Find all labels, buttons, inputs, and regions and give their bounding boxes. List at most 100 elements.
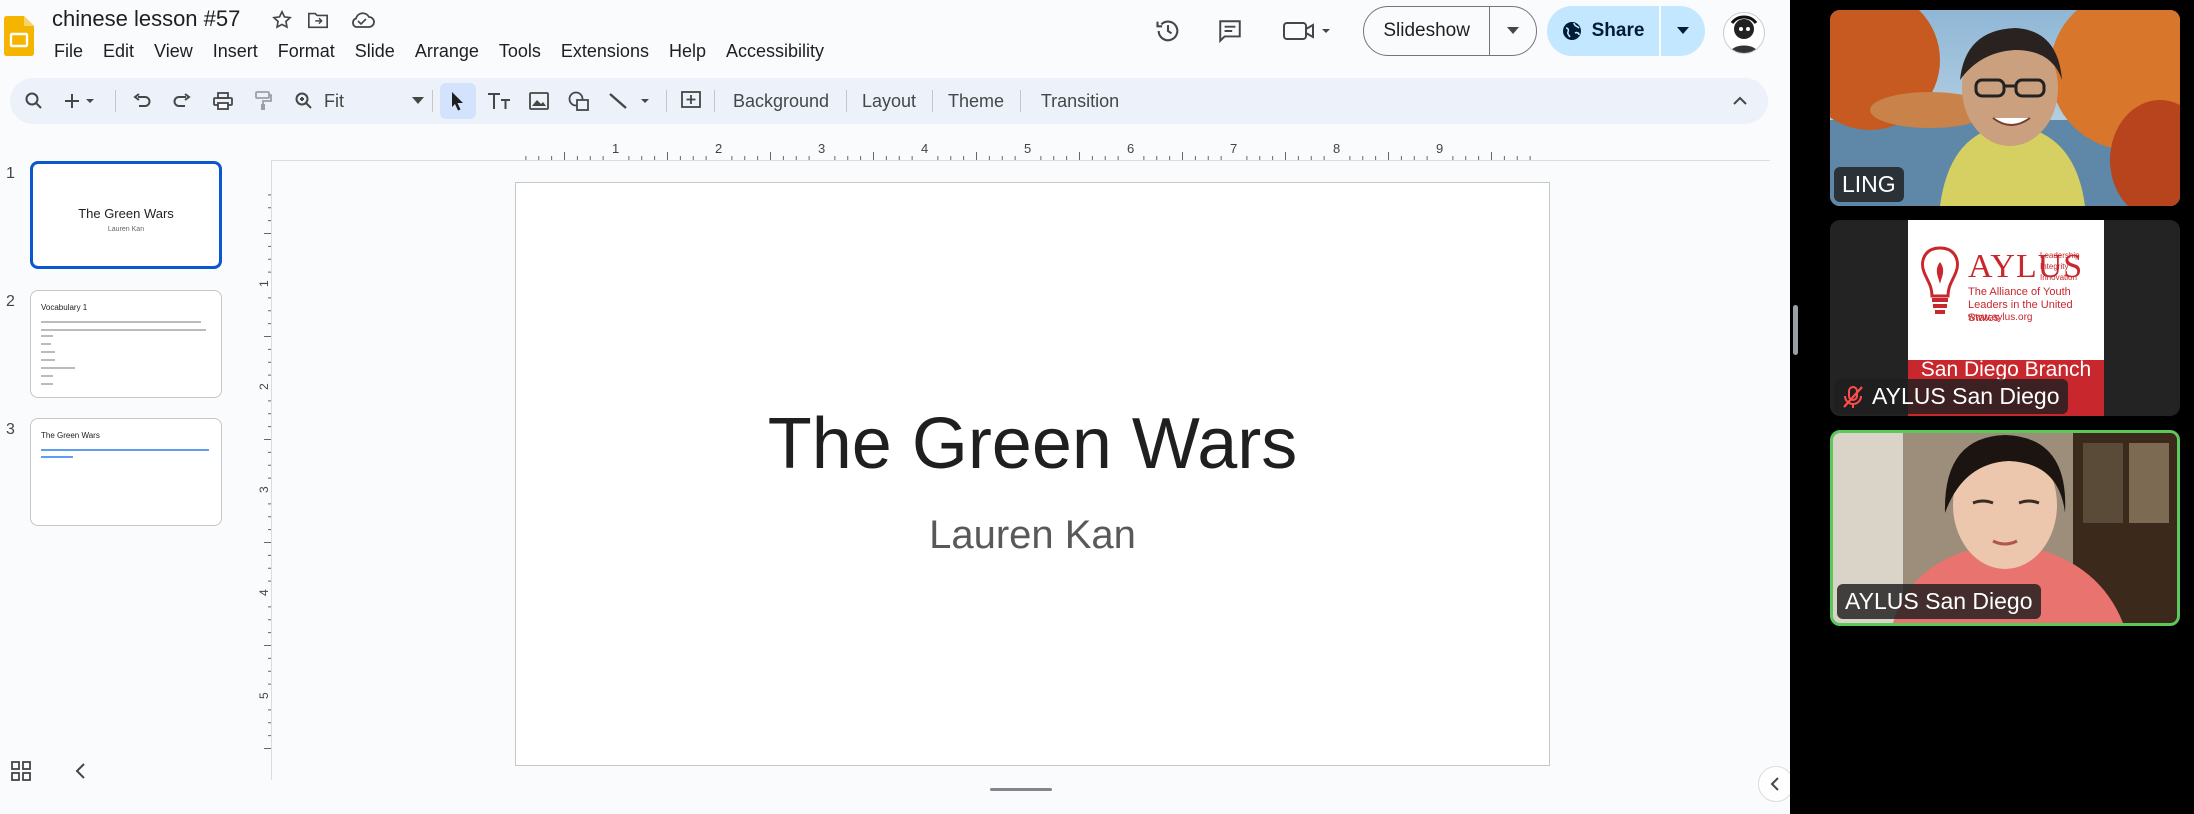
thumbnail-text-line (41, 343, 51, 345)
insert-image-icon[interactable] (522, 78, 556, 124)
ruler-label: 2 (258, 383, 271, 390)
slide-title[interactable]: The Green Wars (516, 403, 1549, 485)
thumbnail-text-line (41, 359, 55, 361)
slides-app: chinese lesson #57 File Edit View Insert… (0, 0, 1790, 814)
zoom-value: Fit (324, 90, 344, 111)
menu-view[interactable]: View (144, 38, 203, 64)
menu-slide[interactable]: Slide (345, 38, 405, 64)
share-dropdown-icon[interactable] (1661, 27, 1705, 35)
ruler-label: 4 (258, 589, 271, 596)
meet-call-icon[interactable] (1282, 17, 1332, 45)
paint-format-icon[interactable] (246, 78, 280, 124)
version-history-icon[interactable] (1154, 17, 1182, 45)
menu-bar: File Edit View Insert Format Slide Arran… (44, 38, 834, 64)
slide-thumbnail-2[interactable]: Vocabulary 1 (30, 290, 222, 398)
ruler-label: 5 (1024, 141, 1031, 156)
shape-icon[interactable] (562, 78, 596, 124)
select-tool-icon[interactable] (440, 83, 476, 119)
zoom-select[interactable]: Fit (324, 78, 424, 124)
new-slide-icon[interactable] (60, 78, 100, 124)
app-header: chinese lesson #57 File Edit View Insert… (0, 0, 1790, 78)
menu-edit[interactable]: Edit (93, 38, 144, 64)
slideshow-dropdown-icon[interactable] (1490, 27, 1536, 35)
share-button-main[interactable]: Share (1547, 6, 1661, 56)
toolbar-separator (846, 90, 847, 112)
ruler-label: 8 (1333, 141, 1340, 156)
slideshow-button-label[interactable]: Slideshow (1364, 7, 1491, 55)
thumbnail-title: Vocabulary 1 (41, 303, 88, 312)
thumbnail-text-line (41, 351, 55, 353)
thumbnail-title: The Green Wars (78, 206, 174, 221)
ruler-label: 4 (921, 141, 928, 156)
comments-icon[interactable] (1216, 17, 1244, 45)
thumbnail-subtitle: Lauren Kan (107, 226, 145, 233)
print-icon[interactable] (206, 78, 240, 124)
redo-icon[interactable] (166, 78, 198, 124)
cloud-saved-icon[interactable] (348, 6, 376, 34)
document-title[interactable]: chinese lesson #57 (52, 6, 240, 32)
background-label: Background (732, 90, 830, 111)
transition-button[interactable]: Transition (1026, 78, 1134, 124)
collapse-filmstrip-icon[interactable] (70, 760, 92, 787)
slide-subtitle[interactable]: Lauren Kan (516, 513, 1549, 558)
participant-tile-active-speaker[interactable]: AYLUS San Diego (1830, 430, 2180, 626)
aylus-mottos: Leadership Integrity Innovation (2040, 250, 2080, 283)
panel-resize-handle[interactable] (1793, 305, 1798, 355)
menu-format[interactable]: Format (268, 38, 345, 64)
participant-name-tag: LING (1834, 167, 1904, 202)
theme-button[interactable]: Theme (938, 78, 1014, 124)
ruler-label: 1 (258, 280, 271, 287)
editing-toolbar: Fit Background Layout Theme Transition (10, 78, 1768, 124)
slide-canvas[interactable]: The Green Wars Lauren Kan (515, 182, 1550, 766)
side-panel-toggle-icon[interactable] (1758, 766, 1790, 802)
search-menus-icon[interactable] (16, 78, 52, 124)
ruler-label: 3 (818, 141, 825, 156)
video-gallery: LING AYLUS Leadership Integrity Innovati… (1800, 0, 2194, 814)
speaker-notes-resize-handle[interactable] (990, 788, 1052, 791)
move-to-folder-icon[interactable] (304, 6, 332, 34)
menu-arrange[interactable]: Arrange (405, 38, 489, 64)
add-comment-icon[interactable] (674, 78, 708, 124)
participant-name: LING (1842, 171, 1896, 197)
slide-number: 3 (6, 421, 15, 438)
participant-name-tag: AYLUS San Diego (1837, 584, 2041, 619)
motto-line: Integrity (2040, 262, 2069, 271)
star-icon[interactable] (268, 6, 296, 34)
slideshow-button[interactable]: Slideshow (1363, 6, 1537, 56)
line-tool-icon[interactable] (602, 78, 660, 124)
layout-button[interactable]: Layout (852, 78, 926, 124)
slides-logo-icon[interactable] (4, 16, 34, 56)
share-button[interactable]: Share (1547, 6, 1705, 56)
toolbar-separator (1020, 90, 1021, 112)
toolbar-separator (714, 90, 715, 112)
toolbar-separator (432, 90, 433, 112)
zoom-dropdown-icon (412, 97, 424, 104)
account-avatar[interactable] (1723, 12, 1765, 54)
collapse-toolbar-icon[interactable] (1722, 78, 1758, 124)
menu-insert[interactable]: Insert (203, 38, 268, 64)
grid-view-icon[interactable] (10, 760, 32, 787)
thumbnail-text-line (41, 375, 53, 377)
ruler-label: 1 (612, 141, 619, 156)
thumbnail-text-line (41, 329, 206, 331)
toolbar-separator (115, 90, 116, 112)
zoom-icon[interactable] (288, 78, 320, 124)
ruler-label: 7 (1230, 141, 1237, 156)
menu-accessibility[interactable]: Accessibility (716, 38, 834, 64)
menu-extensions[interactable]: Extensions (551, 38, 659, 64)
undo-icon[interactable] (126, 78, 158, 124)
menu-help[interactable]: Help (659, 38, 716, 64)
toolbar-separator (666, 90, 667, 112)
thumbnail-text-line (41, 335, 53, 337)
slide-thumbnail-3[interactable]: The Green Wars (30, 418, 222, 526)
participant-tile[interactable]: LING (1830, 10, 2180, 206)
menu-tools[interactable]: Tools (489, 38, 551, 64)
menu-file[interactable]: File (44, 38, 93, 64)
toolbar-separator (932, 90, 933, 112)
background-button[interactable]: Background (722, 78, 840, 124)
text-box-icon[interactable] (482, 78, 516, 124)
participant-tile[interactable]: AYLUS Leadership Integrity Innovation Th… (1830, 220, 2180, 416)
slide-thumbnail-1[interactable]: The Green Wars Lauren Kan (30, 161, 222, 269)
thumbnail-link-line (41, 456, 73, 458)
participant-name: AYLUS San Diego (1872, 383, 2060, 409)
